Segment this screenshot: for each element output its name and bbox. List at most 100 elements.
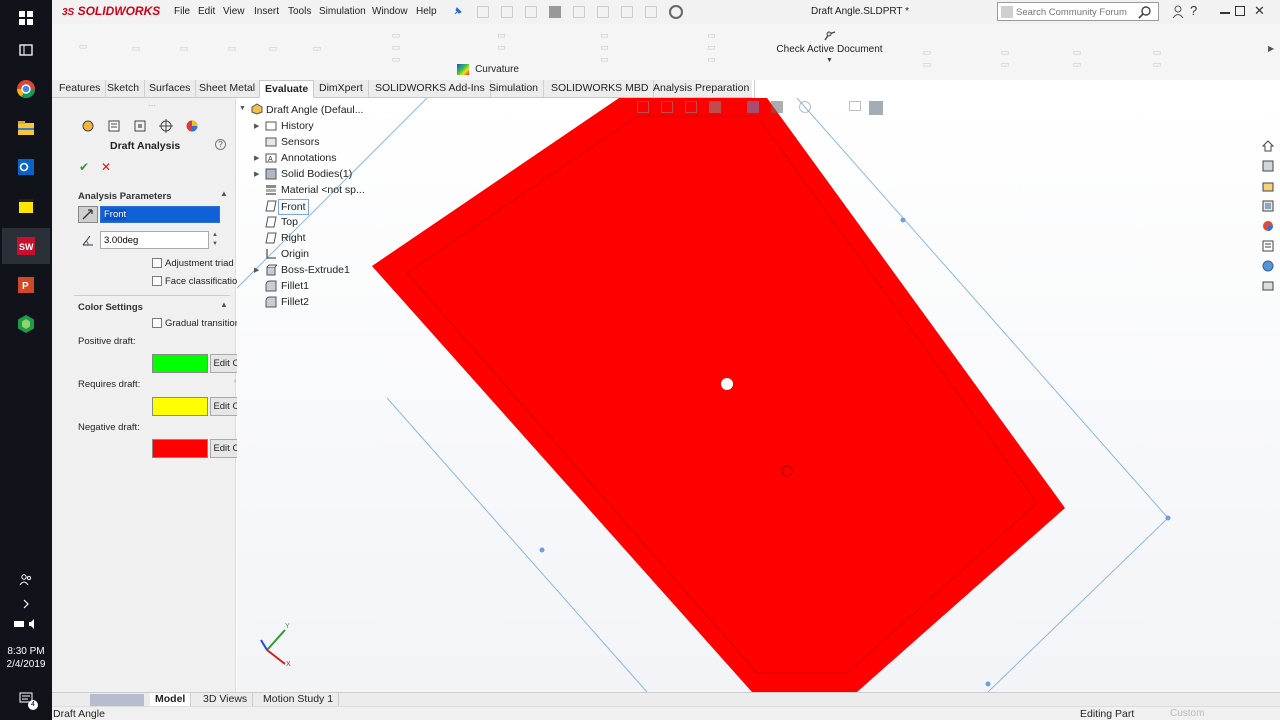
tree-expand-icon[interactable]: ▶: [254, 170, 259, 178]
gradual-transition-checkbox[interactable]: [152, 318, 162, 328]
select-icon[interactable]: [597, 6, 609, 18]
menu-simulation[interactable]: Simulation: [319, 6, 366, 17]
search-scope-icon[interactable]: [1001, 6, 1013, 18]
zoom-to-fit-icon[interactable]: [637, 101, 649, 113]
save-icon[interactable]: [525, 6, 537, 18]
tab-solidworks-mbd[interactable]: SOLIDWORKS MBD: [546, 80, 655, 98]
solidworks-logo[interactable]: 3S SOLIDWORKS: [62, 4, 160, 18]
powerpoint-icon[interactable]: P: [12, 271, 40, 299]
file-explorer-pane-icon[interactable]: [1258, 178, 1278, 194]
task-view-icon[interactable]: [12, 36, 40, 64]
collapse-chevron-icon[interactable]: ▲: [220, 300, 228, 309]
tree-item-material[interactable]: Material <not sp...: [281, 183, 365, 197]
solidworks-forum-icon[interactable]: [1258, 258, 1278, 274]
help-question-icon[interactable]: ?: [215, 139, 226, 150]
ribbon-ghost-performance[interactable]: ▭: [292, 42, 342, 54]
tab-3d-views[interactable]: 3D Views: [198, 693, 254, 707]
tab-analysis-preparation[interactable]: Analysis Preparation: [648, 80, 756, 98]
tab-features[interactable]: Features: [54, 80, 107, 98]
panel-collapse-handle[interactable]: ‹: [234, 378, 236, 385]
dimxpertmanager-tab-icon[interactable]: [156, 118, 176, 134]
ribbon-ghost-analysis-wizard-1[interactable]: ▭ ▭: [970, 46, 1040, 70]
ribbon-ghost-measure[interactable]: ▭: [114, 42, 158, 54]
search-icon[interactable]: [1138, 5, 1152, 22]
tree-item-boss-extrude1[interactable]: Boss-Extrude1: [281, 263, 350, 277]
ribbon-ghost-design-study[interactable]: ▭: [56, 40, 110, 64]
menu-view[interactable]: View: [223, 6, 245, 17]
search-input[interactable]: [1016, 5, 1136, 19]
file-explorer-icon[interactable]: [12, 114, 40, 142]
app-hexagon-icon[interactable]: [12, 310, 40, 338]
configurationmanager-tab-icon[interactable]: [130, 118, 150, 134]
check-active-document-button[interactable]: Check Active Document ▼: [767, 28, 892, 76]
view-orientation-icon[interactable]: [747, 101, 759, 113]
appearances-icon[interactable]: [1258, 218, 1278, 234]
plane-handle[interactable]: [539, 547, 545, 553]
outlook-icon[interactable]: [12, 153, 40, 181]
ribbon-ghost-mass-properties[interactable]: ▭: [162, 42, 206, 54]
view-settings-icon[interactable]: [849, 101, 861, 111]
custom-properties-icon[interactable]: [1258, 238, 1278, 254]
tree-expand-root-icon[interactable]: ▼: [239, 105, 246, 112]
tab-motion-study-1[interactable]: Motion Study 1: [258, 693, 340, 707]
search-community-box[interactable]: [997, 2, 1159, 21]
tree-item-origin[interactable]: Origin: [281, 247, 309, 261]
menu-window[interactable]: Window: [372, 6, 408, 17]
status-units[interactable]: Custom: [1170, 708, 1204, 719]
menu-tools[interactable]: Tools: [288, 6, 311, 17]
menu-file[interactable]: File: [174, 6, 190, 17]
close-icon[interactable]: ✕: [1254, 3, 1265, 19]
ribbon-scroll-right-icon[interactable]: ▶: [1268, 44, 1274, 53]
ribbon-ghost-sensor[interactable]: ▭: [258, 42, 288, 54]
notifications-icon[interactable]: 4: [12, 684, 40, 712]
view-palette-icon[interactable]: [1258, 198, 1278, 214]
menu-edit[interactable]: Edit: [198, 6, 215, 17]
tree-root-part[interactable]: Draft Angle (Defaul...: [266, 103, 363, 117]
graphics-area[interactable]: ▼ Draft Angle (Defaul... ▶ History Senso…: [237, 98, 1280, 692]
file-properties-icon[interactable]: [645, 6, 657, 18]
previous-view-icon[interactable]: [685, 101, 697, 113]
design-library-icon[interactable]: [1258, 158, 1278, 174]
panel-grip-icon[interactable]: ⋯: [148, 101, 156, 110]
tab-surfaces[interactable]: Surfaces: [144, 80, 197, 98]
tree-item-top-plane[interactable]: Top: [281, 215, 298, 229]
draft-angle-input[interactable]: [100, 231, 209, 249]
undo-icon[interactable]: [573, 6, 585, 18]
sticky-notes-icon[interactable]: [12, 192, 40, 220]
tree-item-solid-bodies[interactable]: Solid Bodies(1): [281, 167, 352, 181]
apply-scene-icon[interactable]: [869, 101, 883, 115]
options-gear-icon[interactable]: [669, 5, 683, 19]
ok-checkmark-icon[interactable]: ✔: [79, 160, 89, 174]
rebuild-icon[interactable]: [621, 6, 633, 18]
tree-expand-icon[interactable]: ▶: [254, 154, 259, 162]
menu-help[interactable]: Help: [416, 6, 437, 17]
open-document-icon[interactable]: [501, 6, 513, 18]
tab-solidworks-add-ins[interactable]: SOLIDWORKS Add-Ins: [370, 80, 491, 98]
tab-evaluate[interactable]: Evaluate: [259, 80, 315, 98]
tab-simulation[interactable]: Simulation: [484, 80, 545, 98]
tree-item-fillet1[interactable]: Fillet1: [281, 279, 309, 293]
ribbon-ghost-section-properties[interactable]: ▭: [210, 42, 254, 54]
ribbon-ghost-analysis-wizard-2[interactable]: ▭ ▭: [1047, 46, 1107, 70]
tree-expand-icon[interactable]: ▶: [254, 266, 259, 274]
collapse-chevron-icon[interactable]: ▲: [220, 189, 228, 198]
displaymanager-tab-icon[interactable]: [182, 118, 202, 134]
tree-item-fillet2[interactable]: Fillet2: [281, 295, 309, 309]
restore-icon[interactable]: [1235, 6, 1245, 16]
cancel-x-icon[interactable]: ✕: [101, 160, 111, 174]
check-active-document-dropdown-icon[interactable]: ▼: [767, 57, 892, 64]
featuremanager-tab-icon[interactable]: [78, 118, 98, 134]
plane-handle[interactable]: [985, 681, 991, 687]
tab-sheet-metal[interactable]: Sheet Metal: [194, 80, 262, 98]
zoom-area-icon[interactable]: [661, 101, 673, 113]
ribbon-ghost-group-2[interactable]: ▭ ▭: [454, 29, 549, 53]
minimize-icon[interactable]: [1220, 12, 1230, 14]
plane-handle[interactable]: [900, 217, 906, 223]
tab-scroll-thumb[interactable]: [90, 694, 144, 706]
direction-of-pull-field[interactable]: Front: [100, 206, 220, 223]
additional-pane-icon[interactable]: [1258, 278, 1278, 294]
pin-icon[interactable]: [452, 5, 464, 20]
tree-item-annotations[interactable]: Annotations: [281, 151, 336, 165]
reverse-direction-arrow-icon[interactable]: [78, 206, 98, 223]
ribbon-ghost-simulation-converter[interactable]: ▭ ▭: [892, 46, 962, 70]
